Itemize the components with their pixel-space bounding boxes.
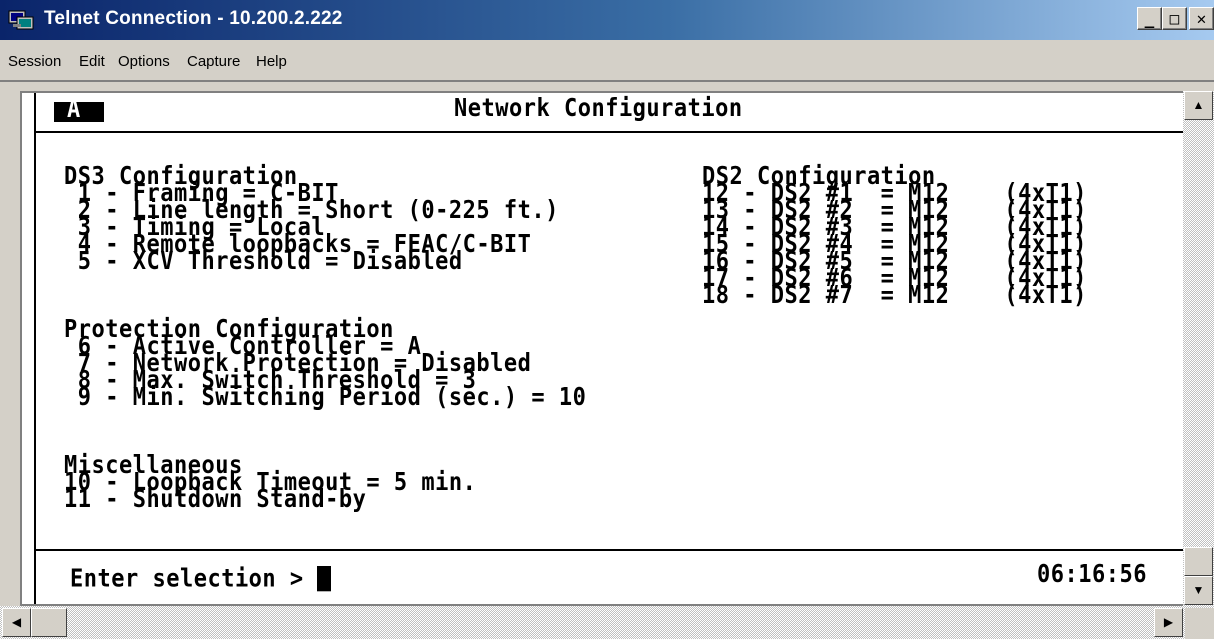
protection-item: 9 - Min. Switching Period (sec.) = 10 [64, 383, 587, 412]
menu-options[interactable]: Options [118, 53, 170, 70]
left-arrow-icon: ◀ [11, 615, 22, 629]
ds3-item: 5 - XCV Threshold = Disabled [64, 247, 463, 276]
text-cursor [317, 566, 332, 592]
horizontal-scrollbar[interactable]: ◀ ▶ [0, 606, 1214, 639]
down-arrow-icon: ▼ [1192, 583, 1205, 597]
menu-help[interactable]: Help [256, 53, 287, 70]
menu-session[interactable]: Session [8, 53, 61, 70]
menu-capture[interactable]: Capture [187, 53, 240, 70]
prompt-text: Enter selection > [70, 564, 318, 594]
selection-prompt[interactable]: Enter selection > [70, 564, 332, 594]
clock: 06:16:56 [1037, 560, 1147, 589]
scroll-up-button[interactable]: ▲ [1184, 91, 1213, 120]
controller-badge: A [67, 95, 81, 124]
vertical-scrollbar[interactable]: ▲ ▼ [1183, 91, 1214, 606]
scroll-down-button[interactable]: ▼ [1184, 576, 1213, 605]
maximize-button[interactable]: □ [1162, 7, 1187, 30]
scroll-thumb[interactable] [1184, 547, 1213, 576]
right-arrow-icon: ▶ [1163, 615, 1174, 629]
menu-edit[interactable]: Edit [79, 53, 105, 70]
h-scroll-thumb[interactable] [31, 608, 67, 637]
misc-item: 11 - Shutdown Stand-by [64, 485, 367, 514]
scroll-right-button[interactable]: ▶ [1154, 608, 1183, 637]
window-title: Telnet Connection - 10.200.2.222 [44, 8, 343, 29]
minimize-button[interactable]: _ [1137, 7, 1162, 30]
ds2-item: 18 - DS2 #7 = M12 (4xT1) [702, 281, 1087, 310]
scroll-left-button[interactable]: ◀ [2, 608, 31, 637]
footer-divider [34, 549, 1183, 551]
menu-bar: Session Edit Options Capture Help [0, 40, 1214, 78]
telnet-app-icon[interactable] [8, 8, 34, 32]
title-bar[interactable]: Telnet Connection - 10.200.2.222 _ □ ✕ [0, 0, 1214, 40]
header-divider [34, 131, 1183, 133]
up-arrow-icon: ▲ [1192, 98, 1205, 112]
close-button[interactable]: ✕ [1189, 7, 1214, 30]
terminal-screen[interactable]: A Network Configuration DS3 Configuratio… [20, 91, 1183, 606]
screen-title: Network Configuration [454, 94, 743, 123]
size-grip[interactable] [1185, 608, 1214, 639]
